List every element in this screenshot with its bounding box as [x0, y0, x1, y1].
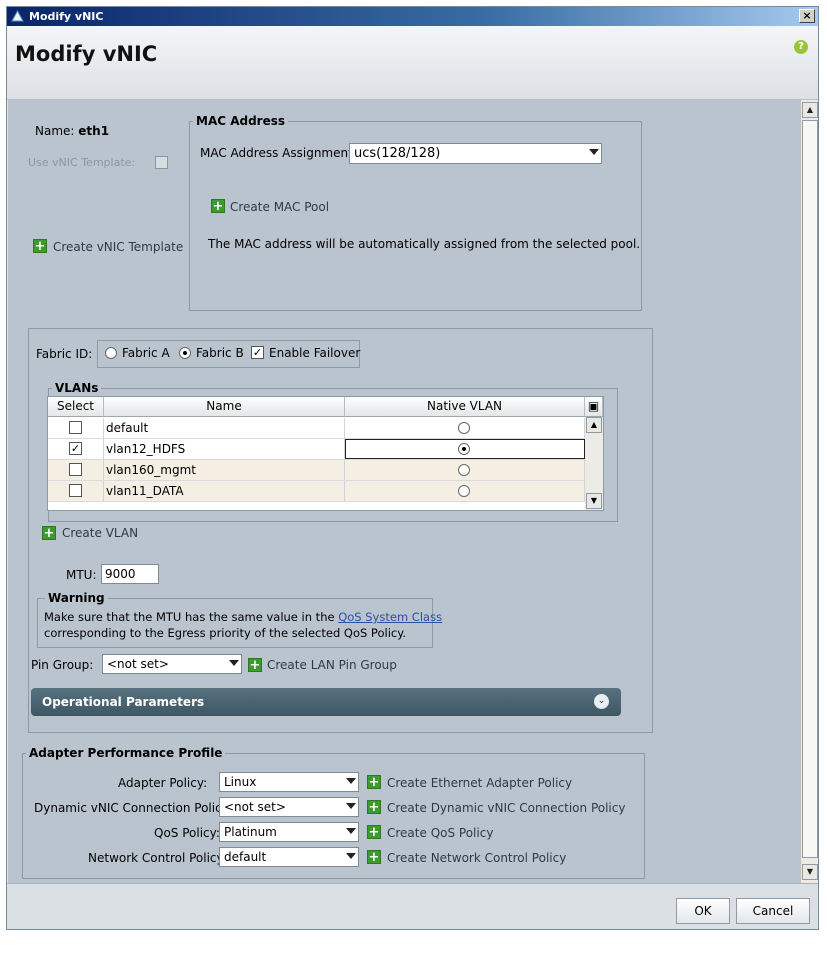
expand-chevron-icon[interactable]: ⌄: [594, 694, 609, 709]
network-control-policy-select[interactable]: default: [219, 847, 359, 867]
qos-policy-select[interactable]: Platinum: [219, 822, 359, 842]
native-vlan-radio[interactable]: [458, 443, 470, 455]
main-scrollbar[interactable]: ▲ ▼: [800, 100, 818, 883]
chevron-down-icon: [346, 778, 356, 784]
native-vlan-radio[interactable]: [458, 464, 470, 476]
enable-failover-label: Enable Failover: [269, 346, 361, 360]
adapter-profile-legend: Adapter Performance Profile: [26, 746, 226, 760]
qos-system-class-link[interactable]: QoS System Class: [338, 610, 442, 624]
scroll-up-icon[interactable]: ▲: [802, 102, 818, 118]
fabric-a-radio[interactable]: [105, 347, 117, 359]
create-qos-policy-link[interactable]: Create QoS Policy: [387, 826, 493, 840]
vlan-name: vlan160_mgmt: [104, 460, 345, 480]
mtu-label: MTU:: [66, 568, 97, 582]
scroll-thumb[interactable]: [802, 120, 818, 858]
fabric-b-label: Fabric B: [196, 346, 244, 360]
warning-text-line1: Make sure that the MTU has the same valu…: [44, 610, 443, 624]
window-title: Modify vNIC: [29, 10, 104, 23]
page-title: Modify vNIC: [15, 42, 158, 66]
vlan-name: default: [104, 418, 345, 438]
vlans-table: Select Name Native VLAN ▣ default ✓ vlan…: [47, 396, 604, 511]
create-dynamic-vnic-policy-link[interactable]: Create Dynamic vNIC Connection Policy: [387, 801, 625, 815]
scroll-down-icon[interactable]: ▼: [802, 864, 818, 880]
mac-address-legend: MAC Address: [193, 114, 289, 128]
plus-icon: +: [367, 850, 381, 865]
fabric-a-label: Fabric A: [122, 346, 170, 360]
vlan-name: vlan12_HDFS: [104, 439, 345, 459]
adapter-policy-select[interactable]: Linux: [219, 772, 359, 792]
native-vlan-radio[interactable]: [458, 485, 470, 497]
create-network-control-policy-link[interactable]: Create Network Control Policy: [387, 851, 566, 865]
table-row[interactable]: default: [48, 418, 585, 439]
scroll-down-icon[interactable]: ▼: [586, 493, 602, 509]
name-value: eth1: [78, 124, 110, 138]
title-bar: Modify vNIC ×: [7, 7, 818, 26]
create-lan-pin-group-link[interactable]: Create LAN Pin Group: [267, 658, 397, 672]
create-ethernet-adapter-policy-link[interactable]: Create Ethernet Adapter Policy: [387, 776, 572, 790]
scroll-up-icon[interactable]: ▲: [586, 417, 602, 433]
mac-assignment-select[interactable]: ucs(128/128): [349, 143, 602, 164]
column-chooser-icon[interactable]: ▣: [585, 397, 603, 417]
vlan-name: vlan11_DATA: [104, 481, 345, 501]
warning-legend: Warning: [45, 591, 108, 605]
vlan-select-checkbox[interactable]: [69, 421, 82, 434]
dialog-footer: OK Cancel: [7, 883, 818, 929]
create-vnic-template-link[interactable]: Create vNIC Template: [53, 240, 183, 254]
column-header-name[interactable]: Name: [104, 397, 345, 417]
vlan-select-checkbox[interactable]: ✓: [69, 442, 82, 455]
warning-text-line2: corresponding to the Egress priority of …: [44, 626, 407, 640]
enable-failover-checkbox[interactable]: ✓: [251, 346, 264, 359]
network-control-policy-label: Network Control Policy:: [88, 851, 227, 865]
table-row[interactable]: vlan160_mgmt: [48, 460, 585, 481]
column-header-select[interactable]: Select: [48, 397, 104, 417]
table-row[interactable]: ✓ vlan12_HDFS: [48, 439, 585, 460]
dialog-header: Modify vNIC ?: [7, 26, 818, 100]
plus-icon: +: [367, 775, 381, 790]
ok-button[interactable]: OK: [676, 898, 730, 924]
modify-vnic-window: Modify vNIC × Modify vNIC ? Name: eth1 U…: [6, 6, 819, 930]
column-header-native-vlan[interactable]: Native VLAN: [345, 397, 585, 417]
chevron-down-icon: [229, 660, 239, 666]
name-label: Name: eth1: [35, 124, 110, 138]
mtu-input[interactable]: 9000: [101, 564, 159, 584]
dynamic-vnic-policy-label: Dynamic vNIC Connection Policy:: [34, 801, 232, 815]
plus-icon: +: [367, 800, 381, 815]
plus-icon: +: [211, 199, 225, 214]
chevron-down-icon: [346, 853, 356, 859]
dynamic-vnic-policy-select[interactable]: <not set>: [219, 797, 359, 817]
native-vlan-radio[interactable]: [458, 422, 470, 434]
vlans-table-scrollbar[interactable]: ▲ ▼: [585, 417, 603, 510]
close-icon[interactable]: ×: [799, 9, 815, 23]
app-icon: [11, 10, 24, 22]
help-icon[interactable]: ?: [794, 40, 808, 54]
table-row[interactable]: vlan11_DATA: [48, 481, 585, 502]
mac-assignment-label: MAC Address Assignment:: [200, 146, 357, 160]
create-vlan-link[interactable]: Create VLAN: [62, 526, 138, 540]
mac-info-text: The MAC address will be automatically as…: [208, 237, 641, 251]
qos-policy-label: QoS Policy:: [154, 826, 220, 840]
operational-parameters-bar[interactable]: Operational Parameters ⌄: [31, 688, 621, 716]
pin-group-label: Pin Group:: [31, 658, 94, 672]
cancel-button[interactable]: Cancel: [736, 898, 810, 924]
chevron-down-icon: [589, 149, 599, 155]
vlan-select-checkbox[interactable]: [69, 463, 82, 476]
fabric-id-label: Fabric ID:: [36, 347, 93, 361]
fabric-b-radio[interactable]: [179, 347, 191, 359]
plus-icon: +: [248, 658, 262, 673]
plus-icon: +: [33, 239, 47, 254]
vlans-legend: VLANs: [52, 381, 102, 395]
pin-group-select[interactable]: <not set>: [102, 654, 242, 674]
use-template-label: Use vNIC Template:: [28, 156, 136, 169]
use-template-checkbox[interactable]: [155, 156, 168, 169]
adapter-policy-label: Adapter Policy:: [118, 776, 208, 790]
vlan-select-checkbox[interactable]: [69, 484, 82, 497]
plus-icon: +: [42, 526, 56, 541]
operational-parameters-label: Operational Parameters: [42, 695, 205, 709]
create-mac-pool-link[interactable]: Create MAC Pool: [230, 200, 329, 214]
chevron-down-icon: [346, 828, 356, 834]
chevron-down-icon: [346, 803, 356, 809]
plus-icon: +: [367, 825, 381, 840]
